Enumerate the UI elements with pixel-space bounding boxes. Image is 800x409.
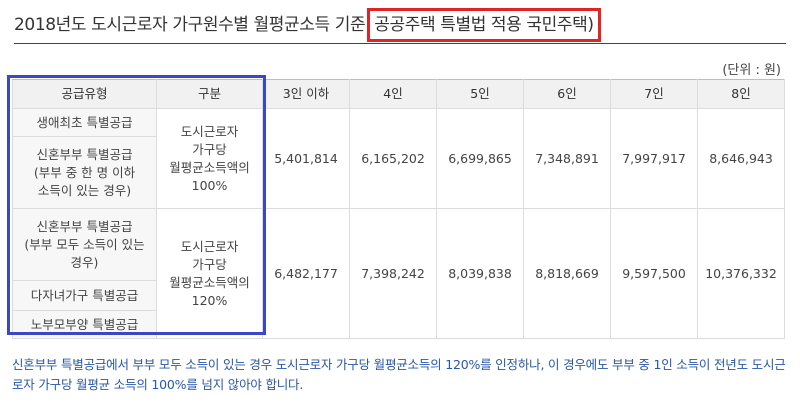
header-cell: 7인 [610, 79, 698, 109]
value-cell: 7,348,891 [523, 108, 611, 209]
table-row: 신혼부부 특별공급 (부부 모두 소득이 있는 경우) 도시근로자 가구당 월평… [12, 208, 785, 339]
value-cell: 6,165,202 [349, 108, 437, 209]
value-cell: 8,818,669 [523, 208, 611, 339]
supply-type-cell: 노부모부양 특별공급 [12, 310, 157, 339]
value-cell: 7,997,917 [610, 108, 698, 209]
title-divider [14, 43, 786, 44]
table-header-row: 공급유형 구분 3인 이하 4인 5인 6인 7인 8인 [12, 79, 785, 109]
value-cell: 5,401,814 [262, 108, 350, 209]
value-cell: 6,482,177 [262, 208, 350, 339]
supply-type-cell: 생애최초 특별공급 [12, 108, 157, 137]
header-cell: 5인 [436, 79, 524, 109]
page-title: 2018년도 도시근로자 가구원수별 월평균소득 기준 공공주택 특별법 적용 국… [14, 8, 601, 42]
value-cell: 8,646,943 [697, 108, 785, 209]
header-cell: 8인 [697, 79, 785, 109]
header-cell: 6인 [523, 79, 611, 109]
value-cell: 6,699,865 [436, 108, 524, 209]
criterion-cell: 도시근로자 가구당 월평균소득액의 120% [156, 208, 263, 339]
header-cell: 4인 [349, 79, 437, 109]
value-cell: 7,398,242 [349, 208, 437, 339]
value-cell: 8,039,838 [436, 208, 524, 339]
income-table: 공급유형 구분 3인 이하 4인 5인 6인 7인 8인 생애최초 특별공급 도… [12, 79, 785, 339]
header-cell: 3인 이하 [262, 79, 350, 109]
header-cell: 공급유형 [12, 79, 157, 109]
criterion-cell: 도시근로자 가구당 월평균소득액의 100% [156, 108, 263, 209]
table-row: 생애최초 특별공급 도시근로자 가구당 월평균소득액의 100% 5,401,8… [12, 108, 785, 209]
supply-type-cell: 다자녀가구 특별공급 [12, 280, 157, 311]
title-highlight: 공공주택 특별법 적용 국민주택) [367, 8, 601, 42]
footnote: 신혼부부 특별공급에서 부부 모두 소득이 있는 경우 도시근로자 가구당 월평… [12, 357, 786, 392]
value-cell: 10,376,332 [697, 208, 785, 339]
title-main: 2018년도 도시근로자 가구원수별 월평균소득 기준 [14, 15, 366, 35]
supply-type-cell: 신혼부부 특별공급 (부부 중 한 명 이하 소득이 있는 경우) [12, 136, 157, 209]
supply-type-cell: 신혼부부 특별공급 (부부 모두 소득이 있는 경우) [12, 208, 157, 281]
header-cell: 구분 [156, 79, 263, 109]
value-cell: 9,597,500 [610, 208, 698, 339]
unit-label: (단위 : 원) [722, 63, 781, 78]
